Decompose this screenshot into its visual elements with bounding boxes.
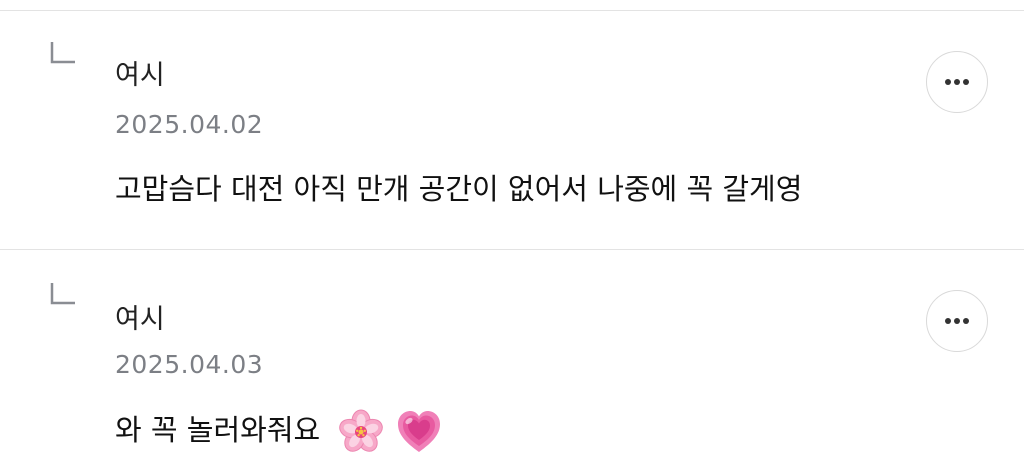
comment-author: 여시 <box>115 304 165 335</box>
reply-arrow-icon <box>50 42 75 64</box>
more-options-icon <box>945 318 969 324</box>
comment-author: 여시 <box>115 60 165 91</box>
comment-text-content: 와 꼭 놀러와줘요 <box>115 413 321 447</box>
cherry-blossom-icon <box>339 409 384 452</box>
emoji-group <box>337 408 442 456</box>
reply-comment: 여시 2025.04.02 고맙슴다 대전 아직 만개 공간이 없어서 나중에 … <box>0 11 1024 249</box>
comment-text-content: 고맙슴다 대전 아직 만개 공간이 없어서 나중에 꼭 갈게영 <box>115 172 803 206</box>
more-options-button[interactable] <box>926 290 988 352</box>
comment-text: 와 꼭 놀러와줘요 <box>115 408 443 456</box>
more-options-button[interactable] <box>926 51 988 113</box>
more-options-icon <box>945 79 969 85</box>
comment-date: 2025.04.02 <box>115 110 264 139</box>
reply-comment: 여시 2025.04.03 와 꼭 놀러와줘요 <box>0 250 1024 472</box>
growing-heart-icon <box>397 411 440 452</box>
comment-text: 고맙슴다 대전 아직 만개 공간이 없어서 나중에 꼭 갈게영 <box>115 169 802 209</box>
reply-arrow-icon <box>50 283 75 305</box>
comment-date: 2025.04.03 <box>115 350 264 379</box>
